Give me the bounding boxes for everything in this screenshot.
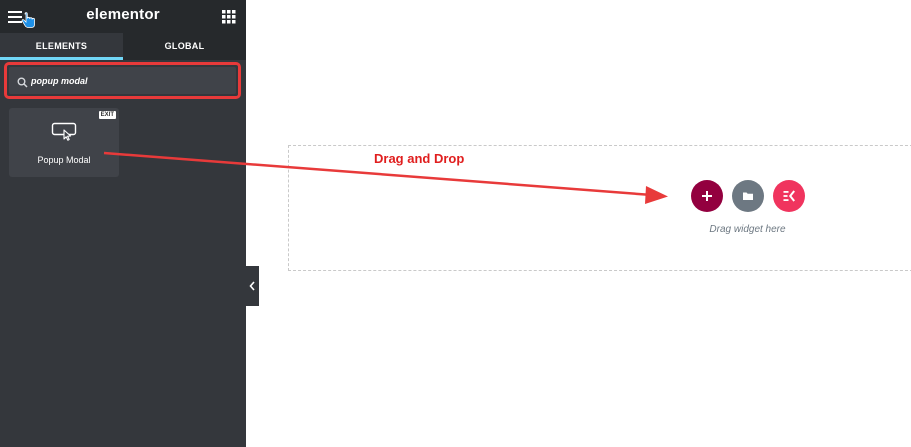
- search-input[interactable]: [31, 71, 229, 90]
- popup-modal-icon: [51, 122, 77, 142]
- elementskit-icon: [783, 190, 795, 202]
- plus-icon: [702, 191, 712, 201]
- editor-panel: elementor ELEMENTS GLOBAL EXIT: [0, 0, 246, 447]
- tab-global[interactable]: GLOBAL: [123, 33, 246, 60]
- brand-logo: elementor: [86, 6, 160, 23]
- search-icon: [17, 75, 28, 88]
- folder-icon: [743, 192, 753, 200]
- chevron-left-icon: [249, 281, 255, 291]
- drop-hint: Drag widget here: [709, 224, 786, 235]
- panel-header: elementor: [0, 0, 246, 33]
- grid-menu-icon[interactable]: [222, 10, 236, 24]
- drag-drop-annotation: Drag and Drop: [374, 151, 465, 166]
- widget-popup-modal[interactable]: EXIT Popup Modal: [9, 108, 119, 177]
- elementskit-button[interactable]: [773, 180, 805, 212]
- widget-badge: EXIT: [98, 111, 116, 119]
- panel-tabs: ELEMENTS GLOBAL: [0, 33, 246, 60]
- tab-elements[interactable]: ELEMENTS: [0, 33, 123, 60]
- add-template-button[interactable]: [732, 180, 764, 212]
- search-box: [9, 67, 236, 94]
- widget-label: Popup Modal: [37, 155, 91, 165]
- panel-collapse-toggle[interactable]: [246, 266, 259, 306]
- add-section-button[interactable]: [691, 180, 723, 212]
